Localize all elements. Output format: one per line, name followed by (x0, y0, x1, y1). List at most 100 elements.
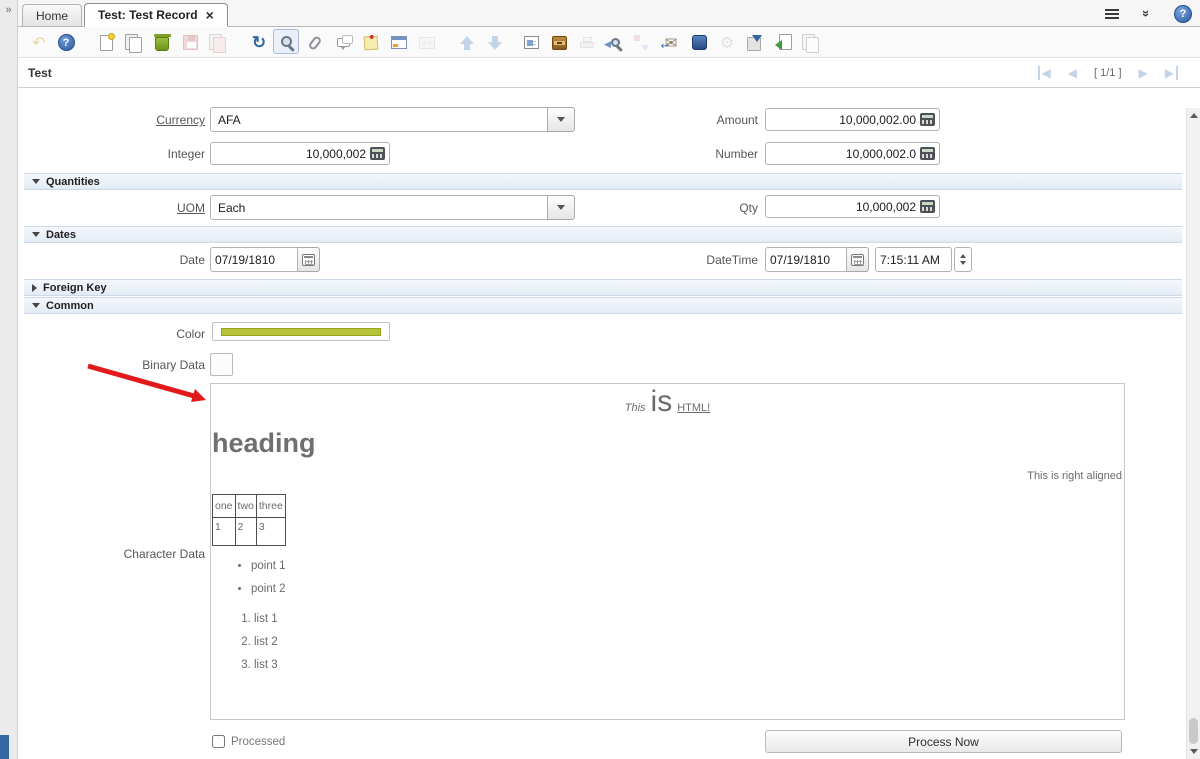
duplicate-icon[interactable] (121, 31, 147, 54)
delete-icon[interactable] (149, 31, 175, 54)
table-header-cell: one (213, 495, 236, 518)
section-foreign-key[interactable]: Foreign Key (24, 279, 1182, 296)
pager-previous-icon[interactable]: ◀ (1068, 66, 1077, 80)
board-view-icon[interactable] (414, 31, 440, 54)
new-record-icon[interactable] (93, 31, 119, 54)
pager-last-icon[interactable]: ▶ (1165, 66, 1178, 80)
uom-dropdown-button[interactable] (547, 195, 575, 220)
import-icon[interactable] (742, 31, 768, 54)
sidebar-strip: » (0, 0, 18, 759)
amount-input[interactable] (770, 113, 916, 127)
note-icon[interactable] (358, 31, 384, 54)
undo-icon[interactable]: ↶ (26, 31, 52, 54)
table-header-cell: two (235, 495, 256, 518)
datetime-calendar-button[interactable] (847, 247, 869, 272)
vertical-scrollbar[interactable] (1186, 108, 1200, 759)
currency-label[interactable]: Currency (25, 113, 205, 127)
report-icon[interactable] (798, 31, 824, 54)
calculator-icon[interactable] (920, 113, 935, 126)
qty-input[interactable] (770, 200, 916, 214)
show-revisions-icon[interactable]: ◀ (602, 31, 628, 54)
comment-icon[interactable] (330, 31, 356, 54)
save-icon[interactable] (177, 31, 203, 54)
date-input[interactable] (215, 253, 293, 267)
list-item: point 1 (251, 560, 1124, 572)
pager-next-icon[interactable]: ▶ (1139, 66, 1148, 80)
sidebar-expand-icon[interactable]: » (0, 4, 17, 16)
table-cell: 2 (235, 518, 256, 546)
list-item: list 3 (254, 659, 1124, 671)
archive-icon[interactable] (546, 31, 572, 54)
reload-icon[interactable]: ↻ (246, 31, 272, 54)
datetime-date-input[interactable] (770, 253, 842, 267)
section-quantities[interactable]: Quantities (24, 173, 1182, 190)
qty-field (765, 195, 940, 218)
calculator-icon[interactable] (370, 147, 385, 160)
currency-dropdown-button[interactable] (547, 107, 575, 132)
calendar-view-icon[interactable] (386, 31, 412, 54)
calculator-icon[interactable] (920, 200, 935, 213)
amount-label: Amount (638, 113, 758, 127)
export-icon[interactable] (770, 31, 796, 54)
record-pager: ◀ ◀ [ 1/1 ] ▶ ▶ (1038, 58, 1178, 88)
toolbar: ↶ ? ↻ ◀ ✉↩ ⚙ (18, 27, 1200, 58)
help-icon[interactable]: ? (53, 31, 79, 54)
collapse-triangle-icon (32, 179, 40, 184)
html-link[interactable]: HTML! (677, 402, 710, 414)
scroll-up-icon[interactable] (1190, 113, 1198, 118)
section-dates[interactable]: Dates (24, 226, 1182, 243)
character-data-html-preview[interactable]: ThisisHTML! heading This is right aligne… (210, 383, 1125, 720)
view-header: Test ◀ ◀ [ 1/1 ] ▶ ▶ (18, 58, 1200, 88)
time-spinner[interactable] (954, 247, 972, 272)
attachment-icon[interactable] (302, 31, 328, 54)
pager-first-icon[interactable]: ◀ (1038, 66, 1051, 80)
expand-triangle-icon (32, 284, 37, 292)
email-icon[interactable]: ✉↩ (658, 31, 684, 54)
html-intro-is: is (651, 385, 673, 418)
process-now-button[interactable]: Process Now (765, 730, 1122, 753)
datetime-label: DateTime (638, 253, 758, 267)
datetime-time-input[interactable] (880, 253, 947, 267)
next-record-icon[interactable] (482, 31, 508, 54)
section-common[interactable]: Common (24, 297, 1182, 314)
section-dates-label: Dates (46, 229, 76, 241)
tab-close-icon[interactable]: × (206, 8, 214, 22)
tab-home[interactable]: Home (22, 4, 82, 26)
color-field[interactable] (212, 322, 390, 341)
tab-bar: Home Test: Test Record × » ? (18, 0, 1200, 27)
number-input[interactable] (770, 147, 916, 161)
html-right-aligned-text: This is right aligned (211, 470, 1124, 482)
tab-test-record-label: Test: Test Record (98, 8, 198, 22)
uom-input[interactable] (218, 201, 540, 215)
currency-input[interactable] (218, 113, 540, 127)
menu-icon[interactable] (1105, 13, 1119, 15)
section-foreign-key-label: Foreign Key (43, 282, 107, 294)
sidebar-accent (0, 735, 9, 759)
view-logs-icon[interactable] (518, 31, 544, 54)
restore-icon[interactable] (205, 31, 231, 54)
uom-label[interactable]: UOM (25, 201, 205, 215)
search-icon[interactable] (273, 30, 299, 53)
launch-action-icon[interactable] (686, 31, 712, 54)
integer-input[interactable] (215, 147, 366, 161)
processed-checkbox[interactable] (212, 735, 225, 748)
settings-icon[interactable]: ⚙ (714, 31, 740, 54)
datetime-date-field (765, 247, 847, 272)
scroll-down-icon[interactable] (1190, 749, 1198, 754)
scrollbar-thumb[interactable] (1189, 718, 1198, 744)
html-table: one two three 1 2 3 (212, 494, 286, 546)
calculator-icon[interactable] (920, 147, 935, 160)
number-field (765, 142, 940, 165)
date-calendar-button[interactable] (298, 247, 320, 272)
global-help-icon[interactable]: ? (1174, 5, 1192, 23)
collapse-triangle-icon (32, 303, 40, 308)
relate-icon[interactable] (629, 31, 655, 54)
color-label: Color (25, 327, 205, 341)
tab-test-record[interactable]: Test: Test Record × (84, 3, 228, 27)
character-data-label: Character Data (25, 547, 205, 561)
spinner-down-icon (960, 261, 966, 265)
previous-record-icon[interactable] (454, 31, 480, 54)
html-bullet-list: point 1 point 2 (211, 560, 1124, 595)
collapse-tabs-icon[interactable]: » (1139, 10, 1154, 17)
print-icon[interactable] (574, 31, 600, 54)
